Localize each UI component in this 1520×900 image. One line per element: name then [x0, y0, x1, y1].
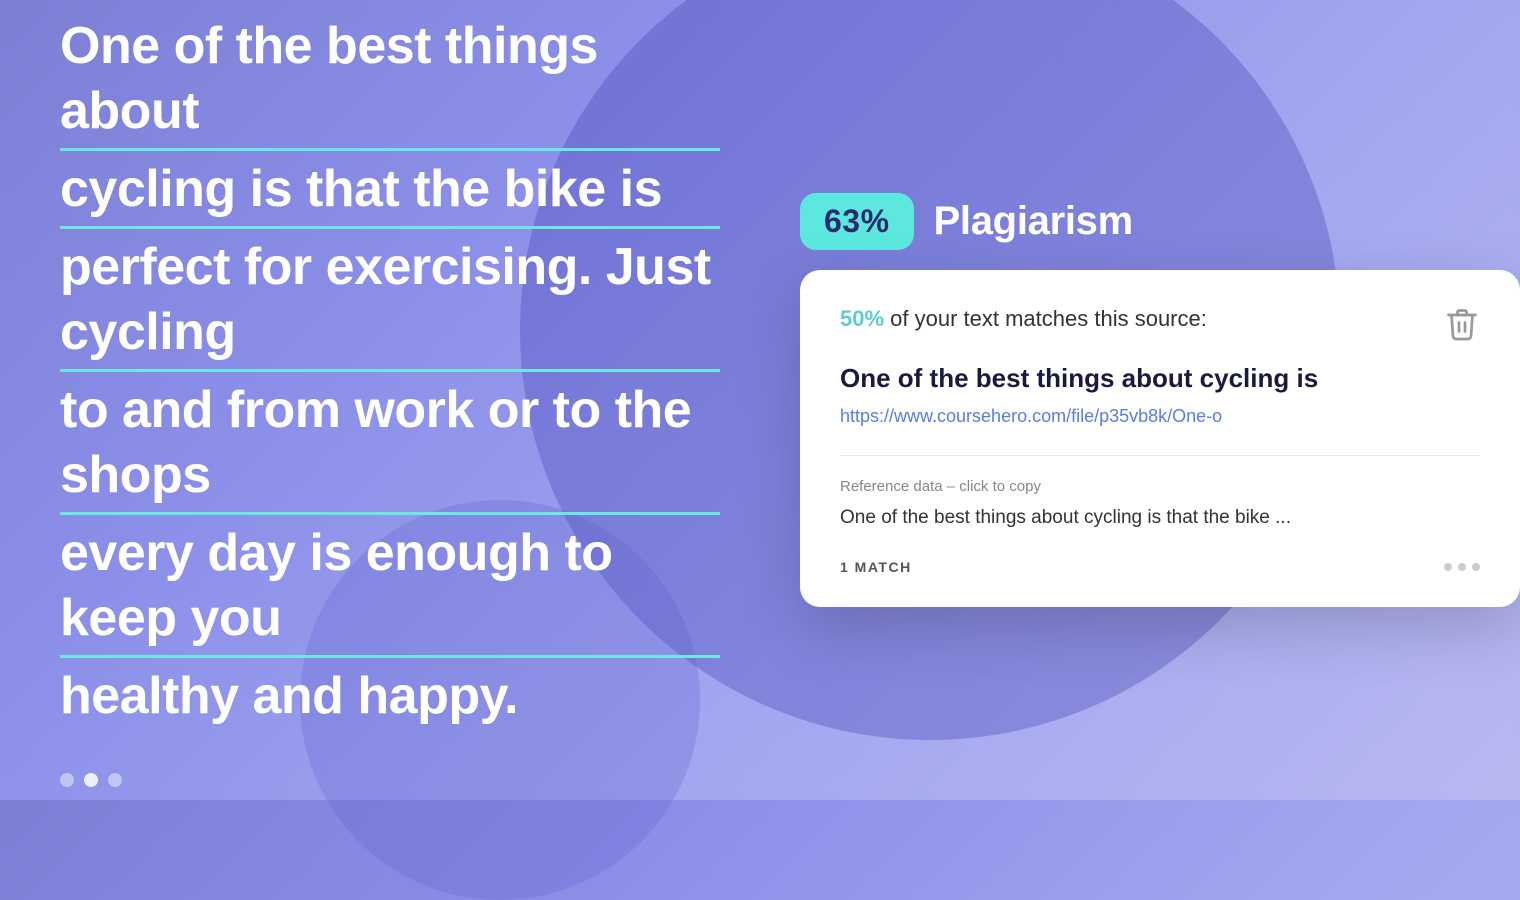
plagiarism-card: 50% of your text matches this source: On… [800, 270, 1520, 607]
divider [840, 455, 1480, 456]
source-title: One of the best things about cycling is [840, 362, 1440, 396]
card-top-row: 50% of your text matches this source: [840, 306, 1480, 342]
panel-section: 63% Plagiarism 50% of your text matches … [800, 193, 1520, 607]
match-percent-text: 50% of your text matches this source: [840, 306, 1207, 332]
text-section: One of the best things about cycling is … [60, 14, 720, 787]
percent-badge: 63% [800, 193, 914, 250]
reference-label[interactable]: Reference data – click to copy [840, 478, 1480, 495]
dots-menu-dot-3 [1472, 563, 1480, 571]
text-line-5: every day is enough to keep you [60, 521, 720, 658]
panel-title: Plagiarism [934, 199, 1133, 244]
dot-3[interactable] [108, 773, 122, 787]
text-line-6: healthy and happy. [60, 664, 720, 733]
match-percent-highlight: 50% [840, 306, 884, 331]
text-line-3: perfect for exercising. Just cycling [60, 235, 720, 372]
source-url[interactable]: https://www.coursehero.com/file/p35vb8k/… [840, 406, 1440, 427]
dots-row [60, 773, 720, 787]
panel-header: 63% Plagiarism [800, 193, 1133, 250]
main-container: One of the best things about cycling is … [0, 0, 1520, 800]
text-line-1: One of the best things about [60, 14, 720, 151]
card-footer: 1 MATCH [840, 559, 1480, 575]
reference-text: One of the best things about cycling is … [840, 505, 1480, 532]
trash-icon[interactable] [1444, 306, 1480, 342]
text-line-4: to and from work or to the shops [60, 378, 720, 515]
match-count: 1 MATCH [840, 559, 912, 575]
main-text: One of the best things about cycling is … [60, 14, 720, 733]
dots-menu-dot-1 [1444, 563, 1452, 571]
dots-menu[interactable] [1444, 563, 1480, 571]
dot-2[interactable] [84, 773, 98, 787]
dot-1[interactable] [60, 773, 74, 787]
text-line-2: cycling is that the bike is [60, 157, 720, 229]
match-text: of your text matches this source: [884, 306, 1207, 331]
dots-menu-dot-2 [1458, 563, 1466, 571]
